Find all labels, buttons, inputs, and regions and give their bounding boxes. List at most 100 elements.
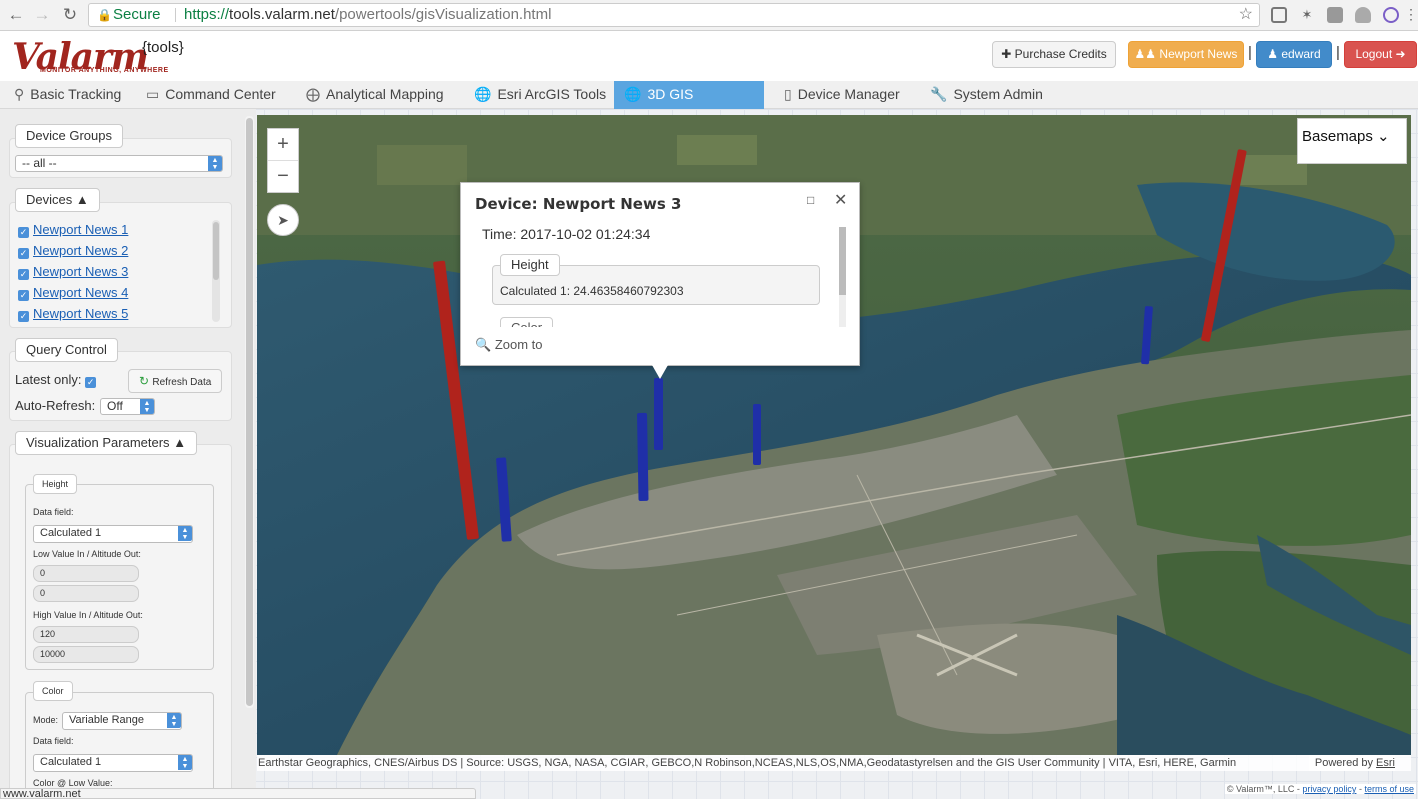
low-value-label: Low Value In / Altitude Out: <box>33 549 141 559</box>
zoom-out-button[interactable]: − <box>268 161 298 193</box>
color-mode-select[interactable]: Variable Range ▲ ▼ <box>62 712 182 730</box>
devices-toggle[interactable]: Devices ▲ <box>15 188 100 212</box>
sidebar-scroll-thumb[interactable] <box>246 118 253 706</box>
auto-refresh-select[interactable]: Off ▲ ▼ <box>100 398 155 415</box>
checkbox-checked[interactable]: ✓ <box>18 227 29 238</box>
extension-icon[interactable]: ✶ <box>1299 7 1315 23</box>
low-value-in-input[interactable]: 0 <box>33 565 139 582</box>
purchase-credits-button[interactable]: ✚ Purchase Credits <box>992 41 1116 68</box>
nav-3d-gis[interactable]: 🌐3D GIS *preview* <box>614 81 764 129</box>
nav-basic-tracking[interactable]: ⚲ Basic Tracking <box>4 81 131 109</box>
devices-scrollbar[interactable] <box>212 220 220 322</box>
map-marker-icon: ⚲ <box>14 86 25 102</box>
sidebar: Device Groups -- all -- ▲ ▼ Devices ▲ ✓ New… <box>0 109 256 799</box>
address-bar[interactable]: 🔒 Secure https://tools.valarm.net/powert… <box>88 3 1260 27</box>
crosshair-icon: ⨁ <box>306 86 320 102</box>
status-url: www.valarm.net <box>0 788 476 799</box>
device-item-2[interactable]: ✓ Newport News 2 <box>18 243 128 261</box>
device-icon: ▯ <box>784 86 792 102</box>
powered-by: Powered by Esri <box>1308 755 1395 771</box>
color-data-field-label: Data field: <box>33 736 74 746</box>
popup-content: Time: 2017-10-02 01:24:34 Height Calcula… <box>475 225 847 327</box>
zoom-in-button[interactable]: + <box>268 129 298 161</box>
zoom-magnifier-icon: 🔍 <box>475 337 492 352</box>
color-data-field-select[interactable]: Calculated 1 ▲ ▼ <box>33 754 193 772</box>
menu-icon[interactable]: ⋮ <box>1404 7 1418 23</box>
chevron-down-icon: ⌄ <box>1377 128 1390 145</box>
checkbox-checked[interactable]: ✓ <box>18 290 29 301</box>
close-icon[interactable]: ✕ <box>834 190 847 210</box>
color-tab: Color <box>33 681 73 701</box>
maximize-icon[interactable]: □ <box>807 193 814 207</box>
browser-toolbar: ← → ↻ 🔒 Secure https://tools.valarm.net/… <box>0 0 1418 31</box>
privacy-policy-link[interactable]: privacy policy <box>1302 784 1356 794</box>
select-arrows-icon: ▲ ▼ <box>167 713 181 728</box>
checkbox-checked[interactable]: ✓ <box>18 248 29 259</box>
cast-icon[interactable] <box>1271 7 1287 23</box>
app-header: Valarm MONITOR ANYTHING, ANYWHERE {tools… <box>0 31 1418 81</box>
terms-of-use-link[interactable]: terms of use <box>1364 784 1414 794</box>
monitor-icon: ▭ <box>146 86 160 102</box>
nav-esri-arcgis-tools[interactable]: 🌐 Esri ArcGIS Tools <box>464 81 616 109</box>
back-icon[interactable]: ← <box>6 5 26 25</box>
auto-refresh-label: Auto-Refresh: <box>15 398 96 413</box>
compass-icon[interactable]: ➤ <box>267 204 299 236</box>
users-icon: ♟♟ <box>1134 47 1160 61</box>
device-item-5[interactable]: ✓ Newport News 5 <box>18 306 128 324</box>
refresh-icon: ↻ <box>139 374 153 388</box>
height-data-field-select[interactable]: Calculated 1 ▲ ▼ <box>33 525 193 543</box>
nav-analytical-mapping[interactable]: ⨁ Analytical Mapping <box>296 81 454 109</box>
latest-only-checkbox[interactable]: ✓ <box>85 377 97 388</box>
popup-scrollbar[interactable] <box>839 227 846 327</box>
checkbox-checked[interactable]: ✓ <box>18 269 29 280</box>
select-arrows-icon: ▲ ▼ <box>178 526 192 541</box>
extension-icon-3[interactable] <box>1355 7 1371 23</box>
basemaps-button[interactable]: Basemaps ⌄ <box>1297 118 1407 164</box>
popup-scroll-thumb[interactable] <box>839 227 846 295</box>
data-pillar-blue-newport-3[interactable] <box>654 378 663 450</box>
popup-height-tab: Height <box>500 254 560 276</box>
zoom-to-link[interactable]: 🔍 Zoom to <box>475 337 543 353</box>
esri-link[interactable]: Esri <box>1376 757 1395 769</box>
user-button[interactable]: ♟ edward <box>1256 41 1332 68</box>
data-pillar-blue-2[interactable] <box>637 412 649 501</box>
extension-icon-4[interactable] <box>1383 7 1399 23</box>
nav-device-manager[interactable]: ▯ Device Manager <box>774 81 910 109</box>
bookmark-star-icon[interactable]: ☆ <box>1239 4 1253 26</box>
devices-scroll-thumb[interactable] <box>213 222 219 280</box>
device-item-3[interactable]: ✓ Newport News 3 <box>18 264 128 282</box>
secure-label: Secure <box>113 6 161 23</box>
extension-icon-2[interactable] <box>1327 7 1343 23</box>
device-item-4[interactable]: ✓ Newport News 4 <box>18 285 128 303</box>
viz-params-toggle[interactable]: Visualization Parameters ▲ <box>15 431 198 455</box>
tools-label: {tools} <box>142 39 184 56</box>
zoom-controls: + − <box>267 128 299 193</box>
forward-icon[interactable]: → <box>32 5 52 25</box>
popup-height-value: Calculated 1: 24.46358460792303 <box>500 284 684 298</box>
main-nav: ⚲ Basic Tracking ▭ Command Center ⨁ Analyti… <box>0 81 1418 129</box>
device-popup: Device: Newport News 3 □ ✕ Time: 2017-10… <box>460 182 860 366</box>
height-data-field-label: Data field: <box>33 507 74 517</box>
logo-tagline: MONITOR ANYTHING, ANYWHERE <box>40 67 169 74</box>
data-pillar-blue-4[interactable] <box>753 404 761 465</box>
nav-system-admin[interactable]: 🔧 System Admin <box>920 81 1053 109</box>
device-item-1[interactable]: ✓ Newport News 1 <box>18 222 128 240</box>
sidebar-scrollbar[interactable] <box>245 116 254 708</box>
nav-command-center[interactable]: ▭ Command Center <box>136 81 286 109</box>
query-control-tab: Query Control <box>15 338 118 362</box>
device-groups-select[interactable]: -- all -- ▲ ▼ <box>15 155 223 172</box>
footer-copyright: © Valarm™, LLC - privacy policy - terms … <box>1224 784 1416 794</box>
reload-icon[interactable]: ↻ <box>60 5 80 25</box>
url-text: https://tools.valarm.net/powertools/gisV… <box>184 6 552 23</box>
color-low-value-label: Color @ Low Value: <box>33 778 113 788</box>
high-altitude-out-input[interactable]: 10000 <box>33 646 139 663</box>
low-altitude-out-input[interactable]: 0 <box>33 585 139 602</box>
logout-button[interactable]: Logout ➜ <box>1344 41 1417 68</box>
user-icon: ♟ <box>1267 47 1282 61</box>
checkbox-checked[interactable]: ✓ <box>18 311 29 322</box>
device-groups-tab: Device Groups <box>15 124 123 148</box>
newport-news-button[interactable]: ♟♟ Newport News <box>1128 41 1244 68</box>
high-value-in-input[interactable]: 120 <box>33 626 139 643</box>
globe-icon: 🌐 <box>624 86 642 102</box>
refresh-data-button[interactable]: ↻ Refresh Data <box>128 369 223 393</box>
